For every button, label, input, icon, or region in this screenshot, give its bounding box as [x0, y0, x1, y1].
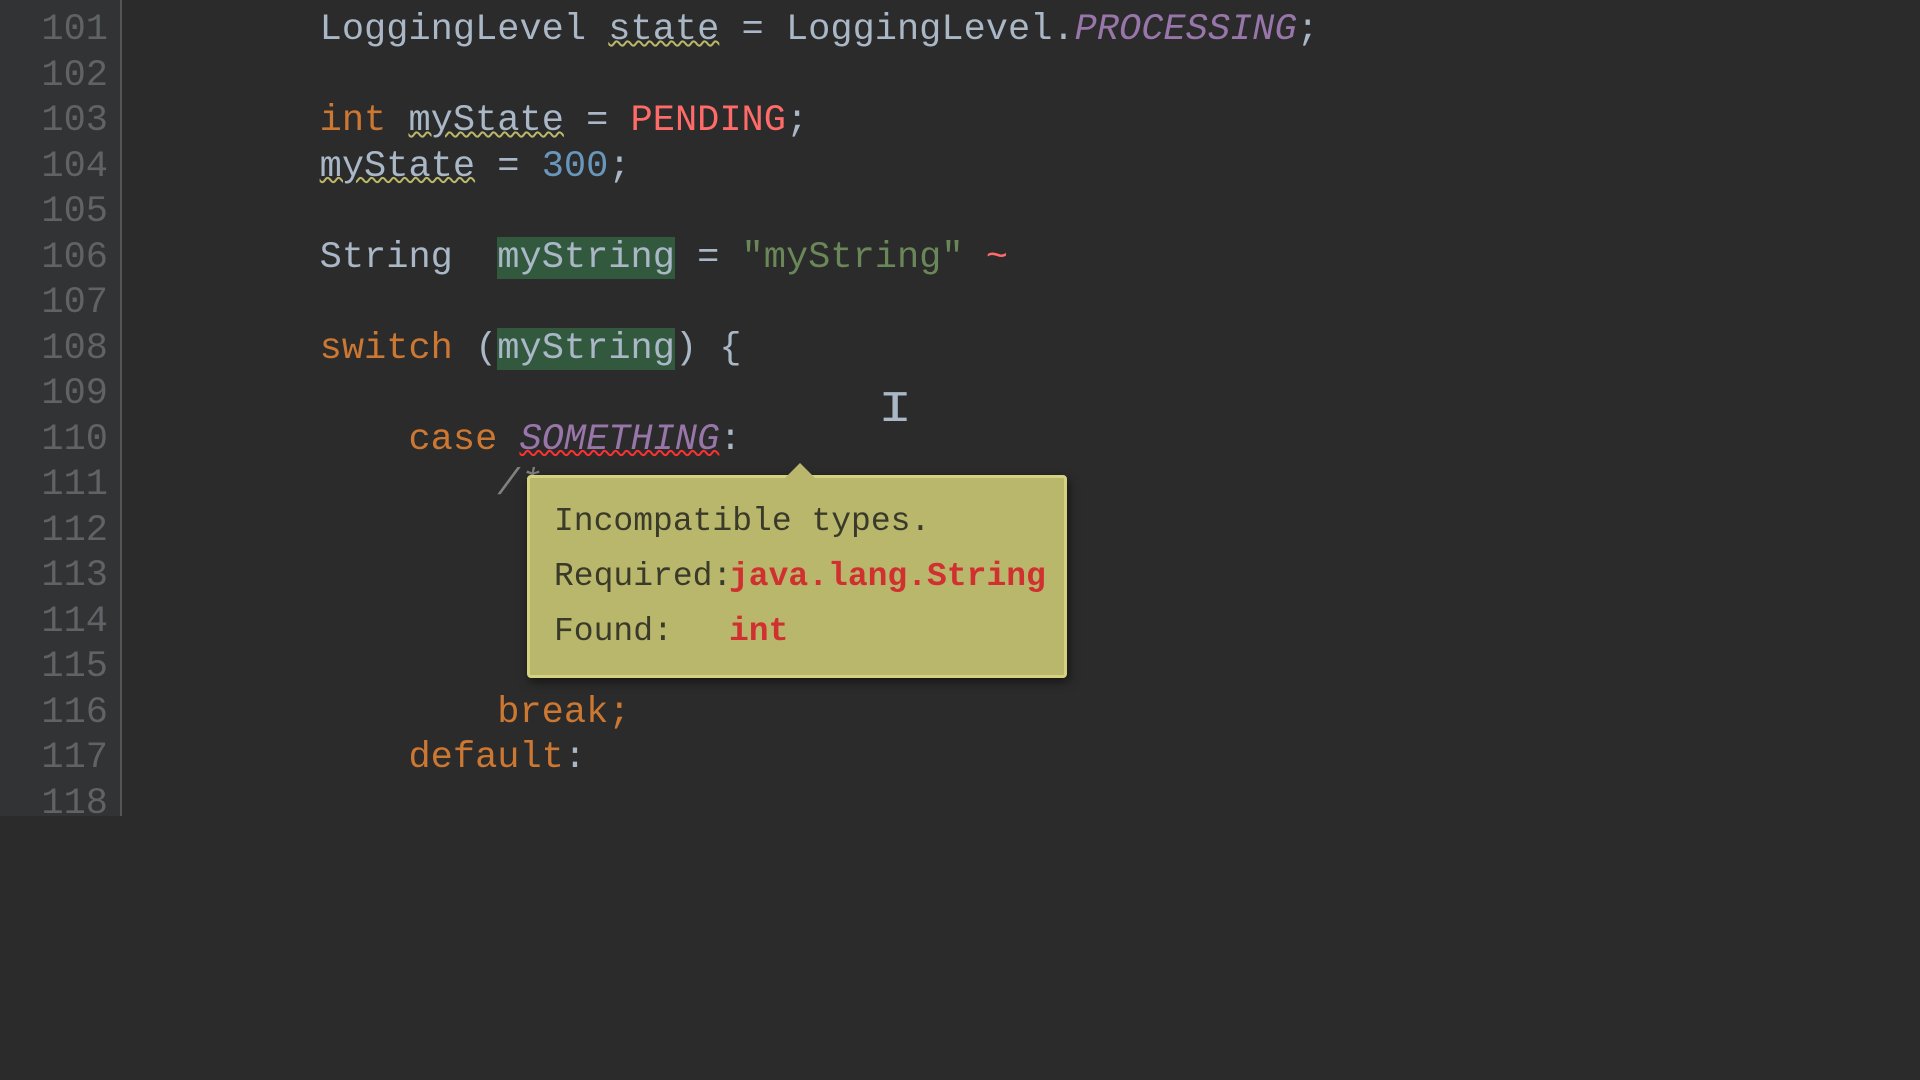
code-line[interactable]: String myString = "myString" ~: [122, 236, 1456, 282]
line-number: 114: [16, 600, 108, 646]
code-content[interactable]: LoggingLevel state = LoggingLevel.PROCES…: [120, 0, 1456, 816]
keyword-token: default: [408, 737, 563, 779]
brace-token: ) {: [675, 328, 742, 370]
tooltip-found-row: Found: int: [554, 606, 1040, 657]
code-line[interactable]: myState = 300;: [122, 145, 1456, 191]
paren-token: (: [475, 328, 497, 370]
type-token: LoggingLevel: [320, 9, 609, 51]
line-number: 105: [16, 190, 108, 236]
code-editor: 101 102 103 104 105 106 107 108 109 110 …: [0, 0, 1456, 816]
line-number: 118: [16, 782, 108, 828]
code-line[interactable]: [122, 54, 1456, 100]
line-number: 108: [16, 327, 108, 373]
keyword-token: int: [320, 100, 409, 142]
semicolon-token: ;: [1297, 9, 1319, 51]
semicolon-token: ;: [608, 146, 630, 188]
type-token: LoggingLevel.: [786, 9, 1075, 51]
tooltip-required-label: Required:: [554, 551, 729, 602]
code-line[interactable]: [122, 782, 1456, 828]
type-token: String: [320, 237, 498, 279]
code-line[interactable]: case SOMETHING:: [122, 418, 1456, 464]
line-number: 115: [16, 645, 108, 691]
line-number: 113: [16, 554, 108, 600]
line-number: 101: [16, 8, 108, 54]
colon-token: :: [564, 737, 586, 779]
line-number: 116: [16, 691, 108, 737]
tooltip-found-label: Found:: [554, 606, 729, 657]
variable-token: state: [608, 9, 719, 51]
line-number: 103: [16, 99, 108, 145]
error-marker: ~: [964, 237, 1008, 279]
error-tooltip: Incompatible types. Required: java.lang.…: [527, 475, 1067, 678]
operator-token: =: [719, 9, 786, 51]
operator-token: =: [475, 146, 542, 188]
number-token: 300: [542, 146, 609, 188]
line-number: 106: [16, 236, 108, 282]
keyword-token: break: [497, 692, 608, 734]
tooltip-required-row: Required: java.lang.String: [554, 551, 1040, 602]
line-number: 107: [16, 281, 108, 327]
variable-token: myState: [320, 146, 475, 188]
line-number: 112: [16, 509, 108, 555]
operator-token: =: [675, 237, 742, 279]
keyword-token: switch: [320, 328, 475, 370]
error-constant-token: PENDING: [631, 100, 786, 142]
colon-token: :: [719, 419, 741, 461]
enum-constant-token: PROCESSING: [1075, 9, 1297, 51]
tooltip-found-value: int: [729, 606, 788, 657]
line-number-gutter: 101 102 103 104 105 106 107 108 109 110 …: [0, 0, 120, 816]
code-line[interactable]: default:: [122, 736, 1456, 782]
code-line[interactable]: switch (myString) {: [122, 327, 1456, 373]
line-number: 104: [16, 145, 108, 191]
case-constant-token: SOMETHING: [519, 419, 719, 461]
code-line[interactable]: break;: [122, 691, 1456, 737]
line-number: 102: [16, 54, 108, 100]
semicolon-token: ;: [786, 100, 808, 142]
code-line[interactable]: LoggingLevel state = LoggingLevel.PROCES…: [122, 8, 1456, 54]
keyword-token: case: [408, 419, 519, 461]
variable-token: myString: [497, 328, 675, 370]
code-line[interactable]: [122, 281, 1456, 327]
variable-token: myState: [408, 100, 563, 142]
line-number: 117: [16, 736, 108, 782]
tooltip-title: Incompatible types.: [554, 496, 1040, 547]
operator-token: =: [564, 100, 631, 142]
tooltip-required-value: java.lang.String: [729, 551, 1046, 602]
line-number: 111: [16, 463, 108, 509]
code-line[interactable]: [122, 190, 1456, 236]
semicolon-token: ;: [608, 692, 630, 734]
code-line[interactable]: [122, 372, 1456, 418]
string-token: "myString": [742, 237, 964, 279]
line-number: 110: [16, 418, 108, 464]
variable-token: myString: [497, 237, 675, 279]
line-number: 109: [16, 372, 108, 418]
code-line[interactable]: int myState = PENDING;: [122, 99, 1456, 145]
